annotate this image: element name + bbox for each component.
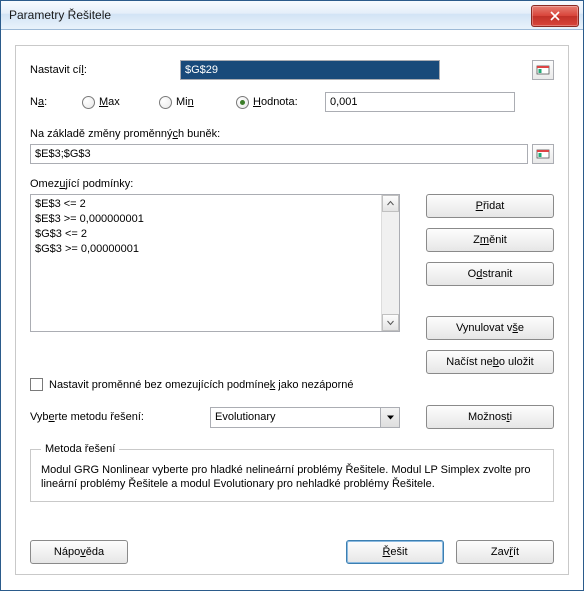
- radio-min-label[interactable]: Min: [176, 96, 236, 108]
- method-select[interactable]: Evolutionary: [210, 407, 400, 428]
- change-constraint-button[interactable]: Změnit: [426, 228, 554, 252]
- radio-max-label[interactable]: Max: [99, 96, 159, 108]
- set-objective-label: Nastavit cíl:: [30, 64, 180, 76]
- set-objective-row: Nastavit cíl:: [30, 60, 554, 80]
- help-button[interactable]: Nápověda: [30, 540, 128, 564]
- scroll-up-button[interactable]: [382, 195, 399, 212]
- method-dropdown-button[interactable]: [380, 408, 399, 427]
- to-label: Na:: [30, 96, 82, 108]
- dialog-button-row: Nápověda Řešit Zavřít: [30, 540, 554, 564]
- method-label: Vyberte metodu řešení:: [30, 411, 210, 423]
- unconstrained-nonneg-row: Nastavit proměnné bez omezujících podmín…: [30, 378, 554, 391]
- close-icon: [550, 11, 560, 21]
- changing-cells-row: [30, 144, 554, 164]
- content-panel: Nastavit cíl: Na: Max Min: [15, 45, 569, 575]
- delete-constraint-button[interactable]: Odstranit: [426, 262, 554, 286]
- method-select-value: Evolutionary: [215, 411, 276, 423]
- value-of-input[interactable]: [325, 92, 515, 112]
- constraint-buttons: Přidat Změnit Odstranit Vynulovat vše Na…: [426, 194, 554, 374]
- method-row: Vyberte metodu řešení: Evolutionary Možn…: [30, 405, 554, 429]
- add-constraint-button[interactable]: Přidat: [426, 194, 554, 218]
- unconstrained-label[interactable]: Nastavit proměnné bez omezujících podmín…: [49, 379, 354, 391]
- chevron-down-icon: [387, 414, 394, 421]
- method-description-group: Metoda řešení Modul GRG Nonlinear vybert…: [30, 443, 554, 502]
- solver-parameters-window: Parametry Řešitele Nastavit cíl:: [0, 0, 584, 591]
- constraints-label: Omezující podmínky:: [30, 178, 554, 190]
- changing-cells-label: Na základě změny proměnných buněk:: [30, 128, 554, 140]
- titlebar: Parametry Řešitele: [1, 1, 583, 30]
- radio-value-label[interactable]: Hodnota:: [253, 96, 325, 108]
- objective-ref-button[interactable]: [532, 60, 554, 80]
- method-description-text: Modul GRG Nonlinear vyberte pro hladké n…: [41, 463, 543, 491]
- changing-cells-input[interactable]: [30, 144, 528, 164]
- scroll-down-button[interactable]: [382, 314, 399, 331]
- unconstrained-checkbox[interactable]: [30, 378, 43, 391]
- to-row: Na: Max Min Hodnota:: [30, 92, 554, 112]
- options-button[interactable]: Možnosti: [426, 405, 554, 429]
- window-close-button[interactable]: [531, 5, 579, 27]
- changing-cells-ref-button[interactable]: [532, 144, 554, 164]
- load-save-button[interactable]: Načíst nebo uložit: [426, 350, 554, 374]
- window-title: Parametry Řešitele: [9, 8, 111, 22]
- close-button[interactable]: Zavřít: [456, 540, 554, 564]
- constraints-area: $E$3 <= 2 $E$3 >= 0,000000001 $G$3 <= 2 …: [30, 194, 554, 374]
- radio-value[interactable]: [236, 96, 249, 109]
- collapse-dialog-icon: [536, 63, 550, 77]
- chevron-down-icon: [387, 319, 394, 326]
- reset-all-button[interactable]: Vynulovat vše: [426, 316, 554, 340]
- constraints-list-content: $E$3 <= 2 $E$3 >= 0,000000001 $G$3 <= 2 …: [31, 195, 381, 331]
- collapse-dialog-icon: [536, 147, 550, 161]
- radio-max[interactable]: [82, 96, 95, 109]
- constraints-scrollbar[interactable]: [381, 195, 399, 331]
- chevron-up-icon: [387, 200, 394, 207]
- radio-min[interactable]: [159, 96, 172, 109]
- solve-button[interactable]: Řešit: [346, 540, 444, 564]
- objective-cell-input[interactable]: [180, 60, 440, 80]
- constraints-listbox[interactable]: $E$3 <= 2 $E$3 >= 0,000000001 $G$3 <= 2 …: [30, 194, 400, 332]
- method-description-legend: Metoda řešení: [41, 443, 119, 455]
